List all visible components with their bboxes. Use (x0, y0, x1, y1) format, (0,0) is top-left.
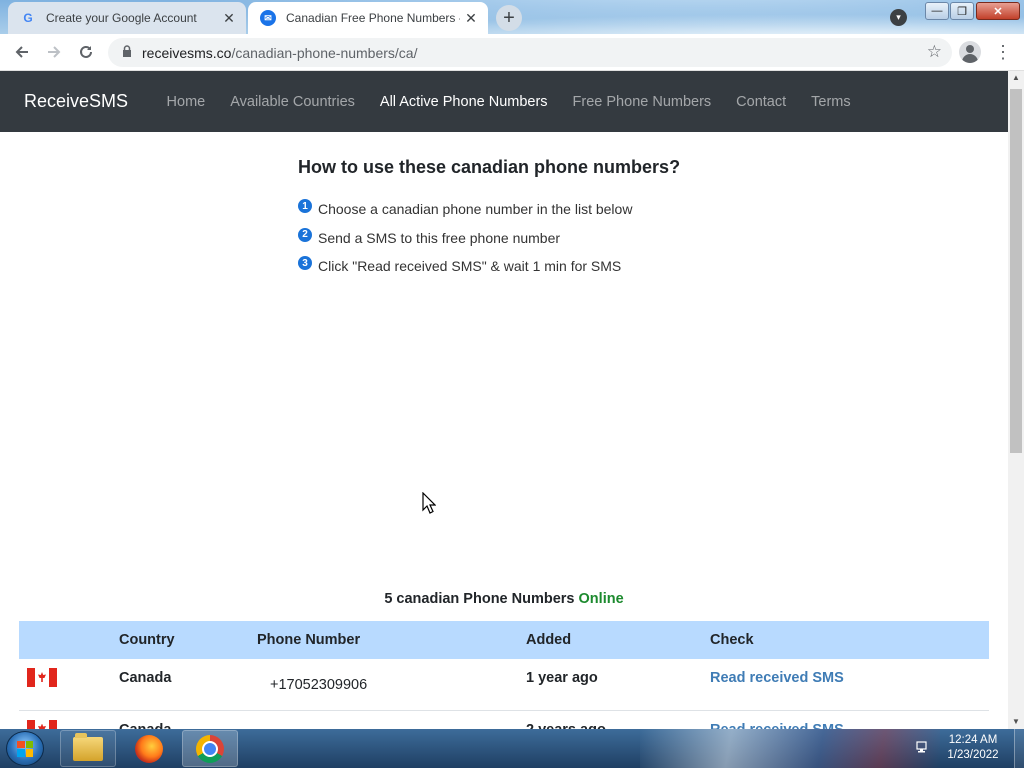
step-number-badge: 1 (298, 199, 312, 214)
page-viewport: ReceiveSMS Home Available Countries All … (0, 71, 1008, 729)
phone-number-cell: +17052309906 (270, 677, 368, 693)
clock-time: 12:24 AM (948, 734, 998, 746)
network-tray-icon[interactable] (915, 739, 931, 755)
url-path: /canadian-phone-numbers/ca/ (231, 44, 418, 61)
tab-google-account[interactable]: G Create your Google Account ✕ (8, 2, 246, 34)
read-received-sms-link[interactable]: Read received SMS (710, 659, 989, 686)
nav-available-countries[interactable]: Available Countries (230, 94, 355, 110)
table-row: Canada +17052309906 1 year ago Read rece… (19, 659, 989, 710)
country-cell: Canada (119, 670, 172, 686)
browser-tab-strip: G Create your Google Account ✕ ✉ Canadia… (0, 0, 1024, 34)
chrome-icon[interactable] (182, 730, 238, 767)
phone-number-cell (257, 711, 526, 729)
table-row: Canada 2 years ago Read received SMS (19, 710, 989, 729)
phone-numbers-table: Country Phone Number Added Check Canada … (19, 621, 989, 729)
nav-free-phone-numbers[interactable]: Free Phone Numbers (573, 94, 712, 110)
col-check-header: Check (710, 632, 754, 648)
forward-arrow-icon[interactable] (42, 40, 66, 64)
tab-search-icon[interactable]: ▾ (890, 9, 907, 26)
added-cell: 1 year ago (526, 670, 598, 686)
url-host: receivesms.co (142, 44, 232, 61)
country-cell: Canada (119, 711, 257, 730)
col-added-header: Added (526, 632, 572, 648)
how-to-step: 1 Choose a canadian phone number in the … (298, 195, 798, 224)
how-to-step: 2 Send a SMS to this free phone number (298, 224, 798, 253)
windows-taskbar: 12:24 AM 1/23/2022 (0, 729, 1024, 768)
new-tab-button[interactable]: + (496, 5, 522, 31)
firefox-icon[interactable] (121, 730, 177, 767)
step-number-badge: 2 (298, 227, 312, 242)
windows-explorer-icon[interactable] (60, 730, 116, 767)
google-g-icon: G (23, 11, 33, 25)
read-received-sms-link[interactable]: Read received SMS (710, 711, 989, 730)
profile-avatar-icon[interactable] (959, 41, 981, 63)
site-brand[interactable]: ReceiveSMS (24, 91, 128, 112)
address-bar[interactable]: receivesms.co/canadian-phone-numbers/ca/… (108, 38, 952, 67)
canada-flag-icon (27, 719, 57, 729)
system-clock[interactable]: 12:24 AM 1/23/2022 (940, 733, 1006, 763)
nav-terms[interactable]: Terms (811, 94, 850, 110)
col-flag-header (19, 621, 119, 659)
browser-menu-icon[interactable]: ⋮ (994, 42, 1012, 62)
canada-flag-icon (27, 668, 57, 687)
receivesms-favicon-icon: ✉ (260, 10, 276, 26)
window-maximize-button[interactable]: ❐ (950, 2, 974, 20)
how-to-step: 3 Click "Read received SMS" & wait 1 min… (298, 252, 798, 281)
nav-contact[interactable]: Contact (736, 94, 786, 110)
online-status-text: Online (578, 591, 624, 607)
site-navbar: ReceiveSMS Home Available Countries All … (0, 71, 1008, 132)
col-country-header: Country (119, 632, 175, 648)
reload-icon[interactable] (74, 40, 98, 64)
windows-logo-icon (17, 740, 33, 757)
nav-home[interactable]: Home (167, 94, 206, 110)
page-scrollbar[interactable]: ▲ ▼ (1008, 71, 1024, 729)
mouse-cursor-icon (422, 491, 437, 519)
show-desktop-button[interactable] (1014, 729, 1024, 768)
step-number-badge: 3 (298, 256, 312, 271)
lock-icon[interactable] (120, 45, 134, 60)
start-button[interactable] (6, 731, 44, 766)
step-text: Click "Read received SMS" & wait 1 min f… (318, 258, 622, 275)
table-header-row: Country Phone Number Added Check (19, 621, 989, 659)
window-close-button[interactable]: ✕ (976, 2, 1020, 20)
window-minimize-button[interactable]: — (925, 2, 949, 20)
numbers-online-summary: 5 canadian Phone Numbers Online (0, 591, 1008, 607)
step-text: Send a SMS to this free phone number (318, 229, 561, 246)
bookmark-star-icon[interactable]: ☆ (927, 42, 942, 62)
clock-date: 1/23/2022 (947, 749, 999, 761)
browser-toolbar: receivesms.co/canadian-phone-numbers/ca/… (0, 34, 1024, 71)
scroll-up-arrow-icon[interactable]: ▲ (1008, 73, 1024, 82)
col-phone-header: Phone Number (257, 632, 361, 648)
scroll-down-arrow-icon[interactable]: ▼ (1008, 717, 1024, 726)
numbers-count-text: 5 canadian Phone Numbers (384, 591, 575, 607)
added-cell: 2 years ago (526, 711, 710, 730)
how-to-section: How to use these canadian phone numbers?… (298, 157, 798, 281)
tab-title: Canadian Free Phone Numbers - (286, 11, 460, 25)
tab-title: Create your Google Account (46, 11, 197, 25)
step-text: Choose a canadian phone number in the li… (318, 201, 633, 218)
back-arrow-icon[interactable] (10, 40, 34, 64)
close-tab-icon[interactable]: ✕ (460, 10, 482, 27)
how-to-title: How to use these canadian phone numbers? (298, 157, 681, 177)
nav-all-active-phone-numbers[interactable]: All Active Phone Numbers (380, 94, 548, 110)
close-tab-icon[interactable]: ✕ (218, 10, 240, 27)
scrollbar-thumb[interactable] (1010, 89, 1022, 453)
tab-canadian-numbers[interactable]: ✉ Canadian Free Phone Numbers - ✕ (248, 2, 488, 34)
